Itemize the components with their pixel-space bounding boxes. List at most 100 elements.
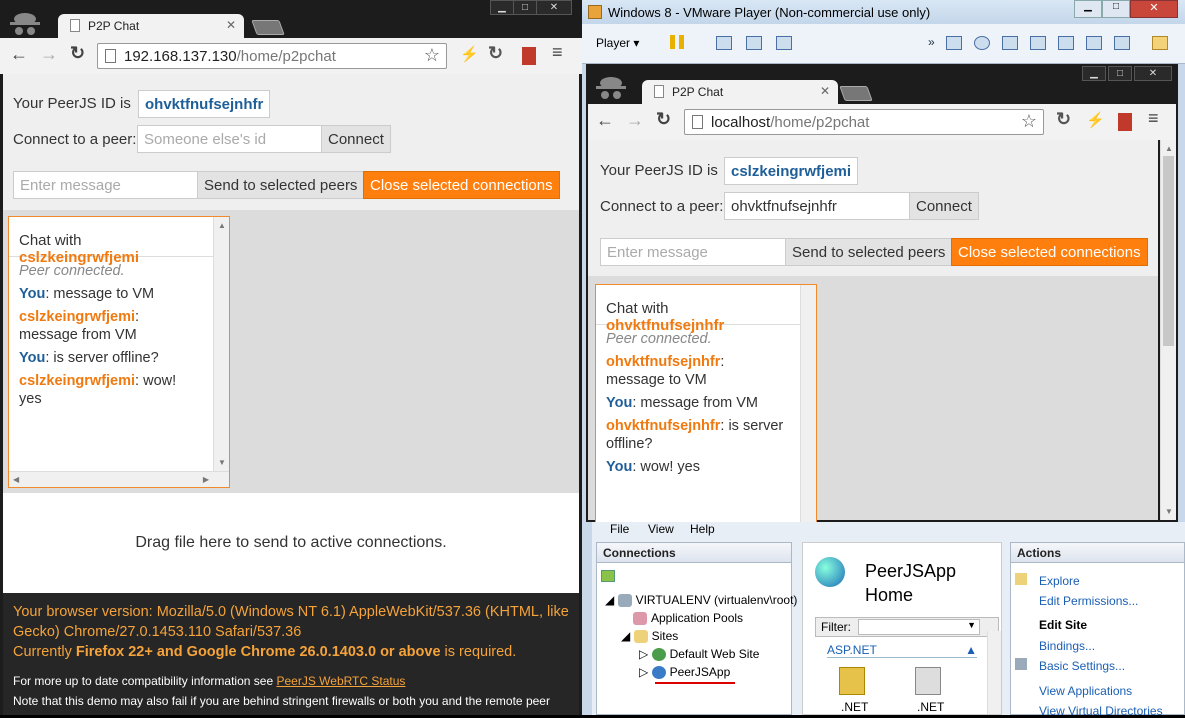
reload-icon[interactable]: ↻ <box>656 109 671 130</box>
tab-p2p-chat[interactable]: P2P Chat ✕ <box>642 80 838 104</box>
extension-icon[interactable]: ⚡ <box>460 45 479 63</box>
pause-icon[interactable] <box>670 35 684 49</box>
tree-app-pools[interactable]: Application Pools <box>633 611 743 626</box>
action-explore[interactable]: Explore <box>1039 574 1080 588</box>
net-lock-icon[interactable] <box>839 667 865 695</box>
send-button[interactable]: Send to selected peers <box>785 238 953 266</box>
fullscreen-icon[interactable] <box>746 36 762 50</box>
chat-message: cslzkeingrwfjemi: wow! yes <box>19 373 177 407</box>
filter-dropdown[interactable]: ▼ <box>858 619 980 635</box>
address-bar[interactable]: localhost/home/p2pchat ☆ <box>684 109 1044 135</box>
maximize-button[interactable]: □ <box>513 0 537 15</box>
device-net-icon[interactable] <box>1030 36 1046 50</box>
network-icon[interactable] <box>716 36 732 50</box>
bookmark-extension-icon[interactable] <box>1118 113 1132 131</box>
tree-peerjs-app[interactable]: ▷ PeerJSApp <box>639 665 730 680</box>
menu-icon[interactable]: ≡ <box>1148 108 1159 129</box>
tree-sites[interactable]: ◢ Sites <box>621 629 678 644</box>
maximize-button[interactable]: □ <box>1108 66 1132 81</box>
bookmark-extension-icon[interactable] <box>522 47 536 65</box>
chat-scrollbar[interactable]: ▲ ▼ <box>213 217 229 471</box>
connect-button[interactable]: Connect <box>909 192 979 220</box>
reload-icon[interactable]: ↻ <box>70 43 85 64</box>
device-printer-icon[interactable] <box>1058 36 1074 50</box>
close-window-button[interactable]: ✕ <box>536 0 572 15</box>
action-view-applications[interactable]: View Applications <box>1039 684 1132 698</box>
peer-id-input[interactable]: ohvktfnufsejnhfr <box>724 192 910 220</box>
unity-icon[interactable] <box>776 36 792 50</box>
home-panel: PeerJSApp Home Filter: ▼ ASP.NET ▲ .NET .… <box>802 542 1002 715</box>
scroll-down-icon[interactable]: ▼ <box>218 458 226 467</box>
tab-p2p-chat[interactable]: P2P Chat ✕ <box>58 14 244 38</box>
site-globe-icon <box>815 557 845 587</box>
scroll-down-icon[interactable]: ▼ <box>1165 507 1173 516</box>
connect-icon[interactable] <box>601 570 615 582</box>
filter-bar: Filter: ▼ <box>815 617 999 637</box>
tree-default-site[interactable]: ▷ Default Web Site <box>639 647 759 662</box>
home-scrollbar[interactable] <box>987 631 1001 714</box>
chat-hscrollbar[interactable]: ◀ ▶ <box>9 471 229 487</box>
connect-button[interactable]: Connect <box>321 125 391 153</box>
tree-root[interactable]: ◢ VIRTUALENV (virtualenv\root) <box>605 593 797 608</box>
scroll-up-icon[interactable]: ▲ <box>1165 144 1173 153</box>
device-floppy-icon[interactable] <box>1002 36 1018 50</box>
forward-icon[interactable]: → <box>626 110 644 131</box>
action-basic-settings[interactable]: Basic Settings... <box>1039 659 1125 673</box>
group-header[interactable]: ASP.NET ▲ <box>827 643 977 658</box>
back-icon[interactable]: ← <box>10 44 28 65</box>
close-window-button[interactable]: ✕ <box>1134 66 1172 81</box>
vm-maximize-button[interactable]: □ <box>1102 0 1130 18</box>
menu-file[interactable]: File <box>610 522 629 536</box>
action-view-virtual-directories[interactable]: View Virtual Directories <box>1039 704 1163 718</box>
device-usb-icon[interactable] <box>1086 36 1102 50</box>
vmware-toolbar: Player ▾ » <box>582 24 1185 64</box>
connect-label: Connect to a peer: <box>600 198 724 215</box>
home-title: PeerJSApp Home <box>865 561 957 605</box>
net-download-icon[interactable] <box>915 667 941 695</box>
device-hdd-icon[interactable] <box>946 36 962 50</box>
minimize-button[interactable]: ▁ <box>1082 66 1106 81</box>
minimize-button[interactable]: ▁ <box>490 0 514 15</box>
new-tab-button[interactable] <box>251 20 285 35</box>
message-input[interactable]: Enter message <box>13 171 198 199</box>
back-icon[interactable]: ← <box>596 110 614 131</box>
toolbar: ← → ↻ 192.168.137.130/home/p2pchat ☆ ⚡ ↻… <box>0 38 582 74</box>
scroll-up-icon[interactable]: ▲ <box>218 221 226 230</box>
chat-box[interactable]: Chat with cslzkeingrwfjemi Peer connecte… <box>8 216 230 488</box>
peer-id-input[interactable]: Someone else's id <box>137 125 322 153</box>
vm-close-button[interactable]: ✕ <box>1130 0 1178 18</box>
page-scrollbar[interactable]: ▲ ▼ <box>1160 140 1176 520</box>
more-devices-icon[interactable]: » <box>928 35 935 49</box>
refresh-extension-icon[interactable]: ↻ <box>1056 109 1071 130</box>
extension-icon[interactable]: ⚡ <box>1086 111 1105 129</box>
file-drop-zone[interactable]: Drag file here to send to active connect… <box>3 493 579 593</box>
close-tab-icon[interactable]: ✕ <box>226 18 236 32</box>
address-bar[interactable]: 192.168.137.130/home/p2pchat ☆ <box>97 43 447 69</box>
left-browser-frame: P2P Chat ✕ ▁ □ ✕ ← → ↻ 192.168.137.130/h… <box>0 0 582 715</box>
close-tab-icon[interactable]: ✕ <box>820 84 830 98</box>
close-connections-button[interactable]: Close selected connections <box>363 171 560 199</box>
action-edit-permissions[interactable]: Edit Permissions... <box>1039 594 1138 608</box>
peerjs-status-link[interactable]: PeerJS WebRTC Status <box>276 674 405 688</box>
bookmark-star-icon[interactable]: ☆ <box>1021 111 1037 132</box>
vm-minimize-button[interactable]: ▁ <box>1074 0 1102 18</box>
bookmark-star-icon[interactable]: ☆ <box>424 45 440 66</box>
menu-icon[interactable]: ≡ <box>552 42 563 63</box>
chat-header: Chat with cslzkeingrwfjemi <box>9 217 213 266</box>
forward-icon[interactable]: → <box>40 44 58 65</box>
menu-view[interactable]: View <box>648 522 674 536</box>
menu-help[interactable]: Help <box>690 522 715 536</box>
player-menu[interactable]: Player ▾ <box>596 36 639 50</box>
close-connections-button[interactable]: Close selected connections <box>951 238 1148 266</box>
device-cd-icon[interactable] <box>974 36 990 50</box>
device-display-icon[interactable] <box>1114 36 1130 50</box>
message-input[interactable]: Enter message <box>600 238 786 266</box>
refresh-extension-icon[interactable]: ↻ <box>488 43 503 64</box>
peer-id-label: Your PeerJS ID is <box>13 95 131 112</box>
new-tab-button[interactable] <box>839 86 873 101</box>
chat-box[interactable]: Chat with ohvktfnufsejnhfr Peer connecte… <box>595 284 817 524</box>
chat-scrollbar[interactable] <box>800 285 816 524</box>
action-bindings[interactable]: Bindings... <box>1039 639 1095 653</box>
send-button[interactable]: Send to selected peers <box>197 171 365 199</box>
vm-library-icon[interactable] <box>1152 36 1168 50</box>
